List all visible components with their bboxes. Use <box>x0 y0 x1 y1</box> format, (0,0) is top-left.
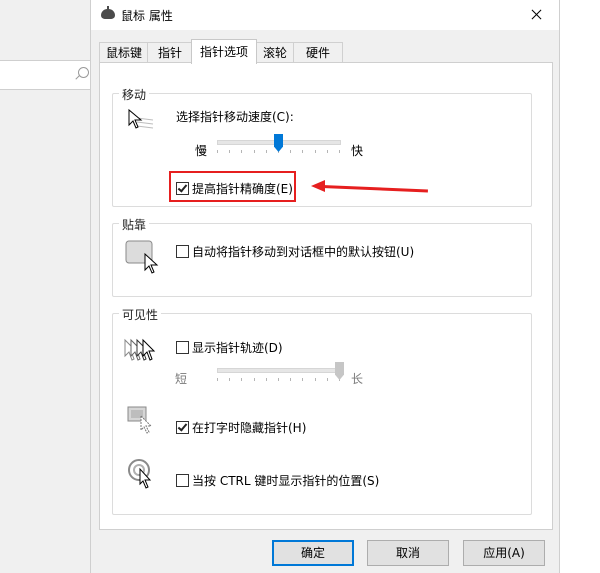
slow-label: 慢 <box>195 144 208 158</box>
snap-label[interactable]: 自动将指针移动到对话框中的默认按钮(U) <box>192 243 414 260</box>
snap-group-title: 贴靠 <box>119 216 150 233</box>
trail-length-slider[interactable] <box>217 362 344 388</box>
hide-checkbox[interactable] <box>176 421 189 434</box>
tab-pointers[interactable]: 指针 <box>147 42 193 63</box>
slider-tick <box>266 150 267 153</box>
search-icon <box>78 67 89 78</box>
tab-wheel[interactable]: 滚轮 <box>255 42 295 63</box>
pointer-trails-icon <box>124 338 156 361</box>
slider-tick <box>327 378 328 381</box>
slider-tick <box>278 378 279 381</box>
motion-group-title: 移动 <box>119 86 150 103</box>
trails-label[interactable]: 显示指针轨迹(D) <box>192 339 283 356</box>
short-label: 短 <box>175 372 188 386</box>
slider-tick <box>217 150 218 153</box>
snap-checkbox[interactable] <box>176 245 189 258</box>
speed-label: 选择指针移动速度(C): <box>176 110 294 124</box>
snap-to-button-icon <box>125 240 159 274</box>
trails-checkbox[interactable] <box>176 341 189 354</box>
ctrl-location-label[interactable]: 当按 CTRL 键时显示指针的位置(S) <box>192 472 379 489</box>
slider-tick <box>327 150 328 153</box>
slider-tick <box>266 378 267 381</box>
slider-tick <box>229 150 230 153</box>
mouse-icon <box>101 6 115 19</box>
annotation-highlight-box <box>169 171 296 202</box>
hide-label[interactable]: 在打字时隐藏指针(H) <box>192 419 306 436</box>
cancel-button[interactable]: 取消 <box>367 540 449 566</box>
tab-hardware[interactable]: 硬件 <box>293 42 343 63</box>
slider-tick <box>302 150 303 153</box>
slider-tick <box>339 150 340 153</box>
slider-tick <box>290 378 291 381</box>
slider-tick <box>254 378 255 381</box>
background-search-box[interactable] <box>0 60 92 90</box>
close-button[interactable] <box>513 0 559 30</box>
ok-button[interactable]: 确定 <box>272 540 354 566</box>
annotation-arrow-head <box>311 180 325 192</box>
slider-tick <box>315 378 316 381</box>
tab-pointer-options[interactable]: 指针选项 <box>191 39 257 64</box>
slider-tick <box>217 378 218 381</box>
title-bar[interactable]: 鼠标 属性 <box>91 0 559 30</box>
slider-tick <box>229 378 230 381</box>
tab-buttons[interactable]: 鼠标键 <box>99 42 149 63</box>
apply-button[interactable]: 应用(A) <box>463 540 545 566</box>
speed-slider[interactable] <box>217 134 341 160</box>
mouse-properties-dialog: 鼠标 属性 鼠标键 指针 指针选项 滚轮 硬件 移动 选择指针移动速度(C): … <box>90 0 560 573</box>
slider-tick <box>241 378 242 381</box>
slider-tick <box>241 150 242 153</box>
trail-slider-track <box>217 368 341 373</box>
hide-while-typing-icon <box>127 406 153 434</box>
pointer-speed-icon <box>128 108 154 129</box>
slider-tick <box>302 378 303 381</box>
snap-group: 贴靠 自动将指针移动到对话框中的默认按钮(U) <box>112 216 532 297</box>
speed-slider-thumb[interactable] <box>274 134 283 152</box>
ctrl-location-checkbox[interactable] <box>176 474 189 487</box>
trail-slider-thumb[interactable] <box>335 362 344 380</box>
show-location-icon <box>128 459 152 489</box>
long-label: 长 <box>351 372 364 386</box>
slider-tick <box>290 150 291 153</box>
tab-panel: 移动 选择指针移动速度(C): 慢 快 提高指针精确度(E) 贴靠 自动将指针移… <box>99 62 553 530</box>
dialog-title: 鼠标 属性 <box>121 9 173 23</box>
slider-tick <box>315 150 316 153</box>
visibility-group-title: 可见性 <box>119 306 162 323</box>
visibility-group: 可见性 显示指针轨迹(D) 短 长 在打字时隐藏指针(H) 当按 CTRL 键时… <box>112 306 532 515</box>
fast-label: 快 <box>351 144 364 158</box>
slider-tick <box>254 150 255 153</box>
